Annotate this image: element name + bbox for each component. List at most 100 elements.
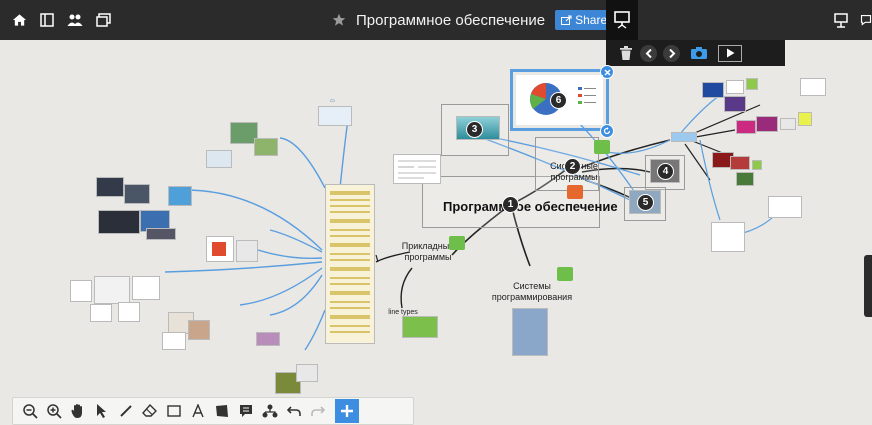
zoom-out-icon (23, 404, 38, 419)
page-title: Программное обеспечение (356, 11, 546, 29)
undo-button[interactable] (283, 400, 305, 422)
thumb-right-doc[interactable] (768, 196, 802, 218)
eraser-tool-button[interactable] (139, 400, 161, 422)
thumb-dark-1[interactable] (96, 177, 124, 197)
thumb-doc-8[interactable] (296, 364, 318, 382)
comment-icon (240, 405, 252, 417)
thumb-doc-6[interactable] (118, 302, 140, 322)
chat-button[interactable] (860, 9, 872, 31)
plus-icon (341, 405, 353, 417)
present-alt-button[interactable] (830, 9, 852, 31)
shape-tool-button[interactable] (163, 400, 185, 422)
comment-bubble-programming[interactable] (557, 267, 573, 281)
thumb-dark-2[interactable] (124, 184, 150, 204)
comment-bubble-system[interactable] (594, 140, 610, 154)
thumb-nature-2[interactable] (254, 138, 278, 156)
thumb-doc-3[interactable] (70, 280, 92, 302)
add-content-button[interactable] (335, 399, 359, 423)
thumb-blue-1[interactable] (168, 186, 192, 206)
frame-number-2[interactable]: 2 (564, 158, 581, 175)
thumb-doc-5[interactable] (90, 304, 112, 322)
top-right-tools (830, 9, 872, 31)
thumb-doc-1[interactable] (206, 150, 232, 168)
frame-number-5[interactable]: 5 (637, 194, 654, 211)
thumb-right-1[interactable] (702, 82, 724, 98)
mind-map-canvas[interactable]: Программное обеспечение Прикладные прогр… (0, 40, 872, 425)
people-icon (67, 14, 83, 26)
thumb-right-3[interactable] (746, 78, 758, 90)
select-tool-button[interactable] (91, 400, 113, 422)
hierarchy-icon (262, 404, 278, 418)
zoom-in-button[interactable] (43, 400, 65, 422)
thumb-people-2[interactable] (188, 320, 210, 340)
rectangle-icon (167, 405, 181, 417)
zoom-in-icon (47, 404, 62, 419)
thumb-right-group[interactable] (671, 132, 697, 142)
arrow-cursor-icon (97, 404, 106, 418)
note-icon (216, 405, 228, 417)
thumb-doc-4[interactable] (132, 276, 160, 300)
title-area: Программное обеспечение Share (332, 10, 614, 30)
frame-number-4[interactable]: 4 (657, 163, 674, 180)
network-tool-button[interactable] (259, 400, 281, 422)
thumb-right-4[interactable] (724, 96, 746, 112)
redo-button[interactable] (307, 400, 329, 422)
frame-rotate-handle[interactable] (600, 124, 614, 138)
right-side-tab[interactable] (864, 255, 872, 317)
share-label: Share (575, 13, 608, 27)
panels-button[interactable] (36, 9, 58, 31)
thumb-right-6[interactable] (736, 120, 756, 134)
text-icon (192, 404, 204, 418)
gallery-button[interactable] (92, 9, 114, 31)
central-document[interactable] (325, 184, 375, 344)
thumb-right-8[interactable] (780, 118, 796, 130)
thumb-top-center[interactable] (318, 106, 352, 126)
home-button[interactable] (8, 9, 30, 31)
thumb-right-5[interactable] (800, 78, 826, 96)
close-icon (603, 68, 611, 76)
thumb-dark-3[interactable] (98, 210, 140, 234)
thumb-office[interactable] (206, 236, 234, 262)
hand-tool-button[interactable] (67, 400, 89, 422)
thumb-right-11[interactable] (730, 156, 750, 170)
thumb-right-2[interactable] (726, 80, 744, 94)
frame-number-6[interactable]: 6 (550, 92, 567, 109)
share-button[interactable]: Share (555, 10, 614, 30)
thumb-doc-2[interactable] (236, 240, 258, 262)
label-top-center: ▭ (330, 98, 335, 104)
main-topic-text[interactable]: Программное обеспечение (443, 199, 618, 214)
thumb-right-13[interactable] (752, 160, 762, 170)
home-icon (12, 14, 26, 26)
thumb-chart-1[interactable] (94, 276, 130, 304)
thumb-purple[interactable] (256, 332, 280, 346)
pen-tool-button[interactable] (115, 400, 137, 422)
share-icon (561, 15, 572, 25)
star-icon[interactable] (332, 13, 346, 27)
chat-icon (860, 14, 872, 26)
hand-icon (71, 404, 82, 418)
document-rows (330, 191, 370, 333)
comment-tool-button[interactable] (235, 400, 257, 422)
zoom-out-button[interactable] (19, 400, 41, 422)
diagram-thumbnail[interactable] (393, 154, 441, 184)
branch-programming-systems[interactable]: Системы программирования (490, 281, 574, 303)
thumb-blue-doc[interactable] (512, 308, 548, 356)
thumb-line-types[interactable] (402, 316, 438, 338)
frame-number-3[interactable]: 3 (466, 121, 483, 138)
people-button[interactable] (64, 9, 86, 31)
thumb-right-doc-2[interactable] (711, 222, 745, 252)
sticky-note-button[interactable] (211, 400, 233, 422)
rotate-icon (603, 127, 611, 135)
top-left-tools (8, 9, 114, 31)
thumb-right-9[interactable] (798, 112, 812, 126)
presentation-mode-button[interactable] (606, 0, 638, 40)
frame-number-1[interactable]: 1 (502, 196, 519, 213)
text-tool-button[interactable] (187, 400, 209, 422)
thumb-right-7[interactable] (756, 116, 778, 132)
thumb-dark-4[interactable] (146, 228, 176, 240)
pen-icon (120, 405, 132, 417)
comment-bubble-applied[interactable] (449, 236, 465, 250)
comment-bubble-main[interactable] (567, 185, 583, 199)
thumb-right-12[interactable] (736, 172, 754, 186)
thumb-doc-7[interactable] (162, 332, 186, 350)
